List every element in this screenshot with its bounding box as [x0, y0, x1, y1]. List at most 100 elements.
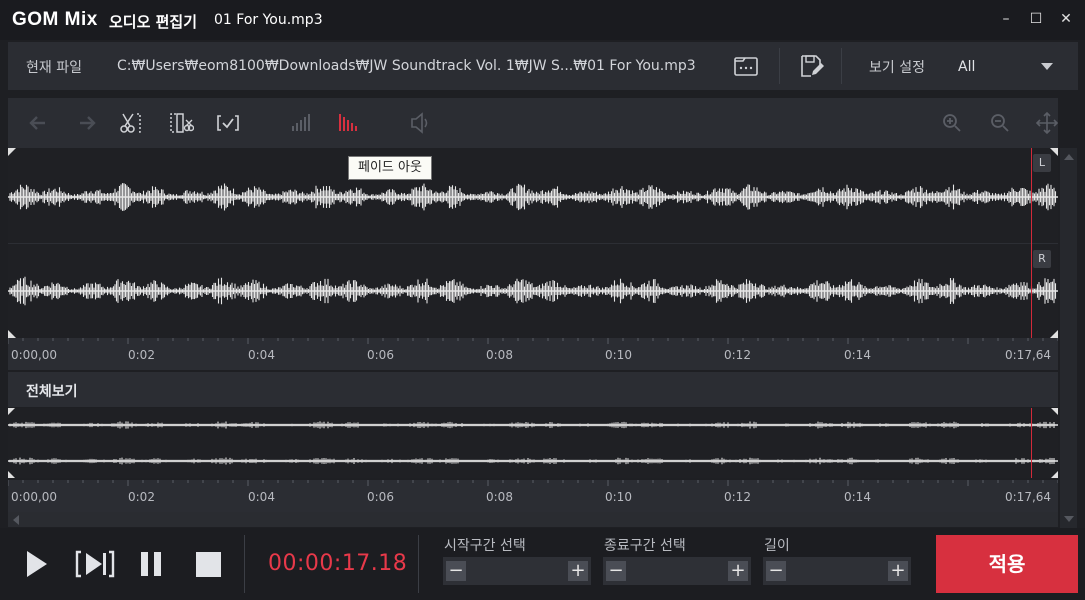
overview-timeline-tick-label: 0:08 — [486, 490, 513, 504]
overview-waveform-area[interactable] — [8, 408, 1058, 478]
overview-end-marker[interactable] — [1051, 408, 1058, 415]
timeline-tick-label: 0:10 — [605, 348, 632, 362]
play-button[interactable] — [25, 550, 49, 582]
title-bar: GOM Mix 오디오 편집기 01 For You.mp3 – ☐ ✕ — [0, 0, 1085, 40]
overview-end-marker[interactable] — [1051, 471, 1058, 478]
overview-timeline-ticks — [8, 480, 1058, 486]
fade-out-icon[interactable] — [336, 110, 362, 136]
select-icon[interactable] — [215, 110, 241, 136]
play-icon — [27, 551, 47, 577]
overview-timeline-tick-label: 0:17,64 — [1005, 490, 1052, 504]
playback-bar: 00:00:17.18 시작구간 선택 − + 종료구간 선택 − + 길이 −… — [0, 528, 1085, 600]
start-decrement-button[interactable]: − — [446, 561, 466, 581]
close-button[interactable]: ✕ — [1055, 8, 1077, 30]
overview-header: 전체보기 — [8, 372, 1058, 407]
app-name: 오디오 편집기 — [109, 13, 198, 31]
file-bar: 현재 파일 C:₩Users₩eom8100₩Downloads₩JW Soun… — [8, 42, 1078, 90]
current-time: 00:00:17.18 — [268, 551, 408, 576]
overview-timeline-tick-label: 0:06 — [367, 490, 394, 504]
zoom-in-icon[interactable] — [939, 110, 965, 136]
overview-timeline-tick-label: 0:12 — [724, 490, 751, 504]
current-file-label: 현재 파일 — [26, 60, 82, 76]
start-increment-button[interactable]: + — [568, 561, 588, 581]
overview-timeline-tick-label: 0:14 — [844, 490, 871, 504]
overview-start-marker[interactable] — [8, 471, 15, 478]
overview-timeline-tick-label: 0:02 — [128, 490, 155, 504]
end-decrement-button[interactable]: − — [606, 561, 626, 581]
end-select-label: 종료구간 선택 — [604, 538, 686, 554]
chevron-down-icon[interactable] — [1041, 63, 1053, 70]
undo-icon[interactable] — [25, 110, 51, 136]
pause-button[interactable] — [139, 552, 163, 580]
playhead[interactable] — [1031, 148, 1032, 338]
view-settings-dropdown[interactable]: All — [958, 59, 975, 75]
selection-end-marker[interactable] — [1050, 148, 1058, 156]
scroll-left-arrow-icon[interactable] — [13, 515, 19, 525]
horizontal-scrollbar[interactable] — [8, 512, 1058, 527]
cut-icon[interactable] — [118, 110, 144, 136]
start-select-label: 시작구간 선택 — [444, 538, 526, 554]
maximize-button[interactable]: ☐ — [1025, 8, 1047, 30]
timeline-tick-label: 0:02 — [128, 348, 155, 362]
tooltip-fade-out: 페이드 아웃 — [348, 156, 432, 180]
timeline-tick-label: 0:12 — [724, 348, 751, 362]
divider — [841, 48, 842, 84]
view-settings-label: 보기 설정 — [869, 60, 925, 76]
fade-in-icon[interactable] — [288, 110, 314, 136]
stop-button[interactable] — [196, 552, 221, 581]
selection-start-marker[interactable] — [8, 330, 16, 338]
end-increment-button[interactable]: + — [728, 561, 748, 581]
open-folder-button[interactable] — [733, 53, 759, 79]
play-selection-button[interactable] — [75, 550, 115, 582]
end-select-stepper[interactable]: − + — [603, 557, 751, 585]
minimize-button[interactable]: – — [995, 8, 1017, 30]
app-logo: GOM Mix — [12, 9, 98, 30]
apply-button[interactable]: 적용 — [936, 535, 1078, 593]
overview-timeline-tick-label: 0:10 — [605, 490, 632, 504]
vertical-scrollbar[interactable] — [1060, 148, 1077, 528]
timeline-tick-label: 0:04 — [248, 348, 275, 362]
timeline-ticks — [8, 338, 1058, 344]
timeline-tick-label: 0:00,00 — [11, 348, 58, 362]
channel-divider — [8, 243, 1058, 244]
length-decrement-button[interactable]: − — [766, 561, 786, 581]
length-increment-button[interactable]: + — [888, 561, 908, 581]
right-channel-badge: R — [1033, 250, 1051, 268]
overview-label: 전체보기 — [26, 384, 78, 400]
overview-waveform[interactable] — [8, 408, 1058, 478]
save-edit-button[interactable] — [799, 53, 825, 79]
file-path: C:₩Users₩eom8100₩Downloads₩JW Soundtrack… — [117, 58, 696, 74]
trim-icon[interactable] — [168, 110, 195, 136]
timeline-tick-label: 0:06 — [367, 348, 394, 362]
edit-toolbar — [8, 98, 1060, 148]
length-stepper[interactable]: − + — [763, 557, 911, 585]
window-file-name: 01 For You.mp3 — [214, 12, 323, 28]
timeline-tick-label: 0:14 — [844, 348, 871, 362]
scroll-up-arrow-icon[interactable] — [1064, 154, 1074, 160]
selection-start-marker[interactable] — [8, 148, 16, 156]
length-label: 길이 — [764, 538, 790, 554]
overview-start-marker[interactable] — [8, 408, 15, 415]
divider — [244, 535, 245, 593]
pause-icon — [141, 552, 161, 576]
scroll-down-arrow-icon[interactable] — [1064, 516, 1074, 522]
main-timeline[interactable]: 0:00,00 0:02 0:04 0:06 0:08 0:10 0:12 0:14 0:17,… — [8, 338, 1058, 370]
save-edit-icon — [801, 55, 824, 77]
play-selection-icon — [75, 550, 115, 578]
start-select-stepper[interactable]: − + — [443, 557, 591, 585]
fit-icon[interactable] — [1034, 110, 1060, 136]
waveform-editor[interactable]: L R — [8, 148, 1058, 338]
selection-end-marker[interactable] — [1050, 330, 1058, 338]
folder-icon — [734, 57, 758, 76]
divider — [779, 48, 780, 84]
zoom-out-icon[interactable] — [987, 110, 1013, 136]
volume-icon[interactable] — [408, 110, 434, 136]
overview-timeline[interactable]: 0:00,00 0:02 0:04 0:06 0:08 0:10 0:12 0:14 0:17,… — [8, 480, 1058, 512]
overview-playhead[interactable] — [1031, 408, 1032, 478]
left-channel-badge: L — [1033, 154, 1051, 172]
timeline-tick-label: 0:08 — [486, 348, 513, 362]
redo-icon[interactable] — [74, 110, 100, 136]
overview-timeline-tick-label: 0:04 — [248, 490, 275, 504]
timeline-tick-label: 0:17,64 — [1005, 348, 1052, 362]
stop-icon — [196, 552, 221, 577]
